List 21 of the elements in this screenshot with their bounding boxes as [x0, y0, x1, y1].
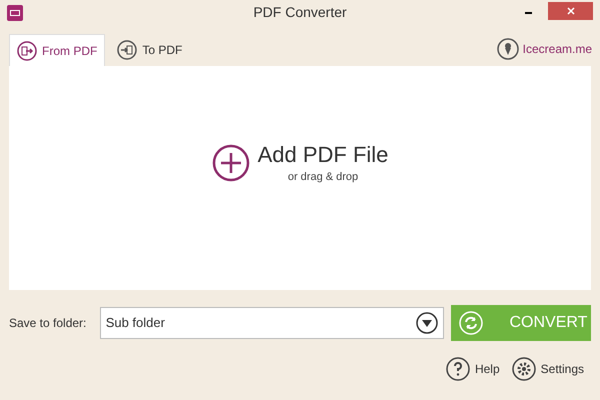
- ice-cream-icon: [496, 38, 519, 60]
- folder-dropdown[interactable]: Sub folder: [100, 307, 444, 339]
- save-folder-label: Save to folder:: [9, 315, 88, 332]
- help-icon: [446, 357, 470, 381]
- refresh-icon: [459, 311, 484, 335]
- drop-zone-subtitle: or drag & drop: [288, 170, 358, 184]
- close-icon: [566, 7, 574, 15]
- settings-link[interactable]: Settings: [512, 357, 584, 381]
- import-icon: [117, 40, 138, 60]
- drop-zone[interactable]: Add PDF File or drag & drop: [9, 66, 591, 290]
- close-button[interactable]: [548, 2, 593, 20]
- tab[interactable]: From PDF: [9, 34, 106, 66]
- plus-circle-icon: [212, 144, 250, 182]
- tab[interactable]: To PDF: [105, 34, 194, 66]
- help-link[interactable]: Help: [446, 357, 500, 381]
- window-title: PDF Converter: [253, 3, 347, 22]
- export-icon: [17, 40, 37, 60]
- brand-link[interactable]: Icecream.me: [496, 38, 592, 60]
- app-icon: [7, 5, 23, 21]
- settings-icon: [512, 357, 536, 381]
- drop-zone-title: Add PDF File: [258, 141, 388, 168]
